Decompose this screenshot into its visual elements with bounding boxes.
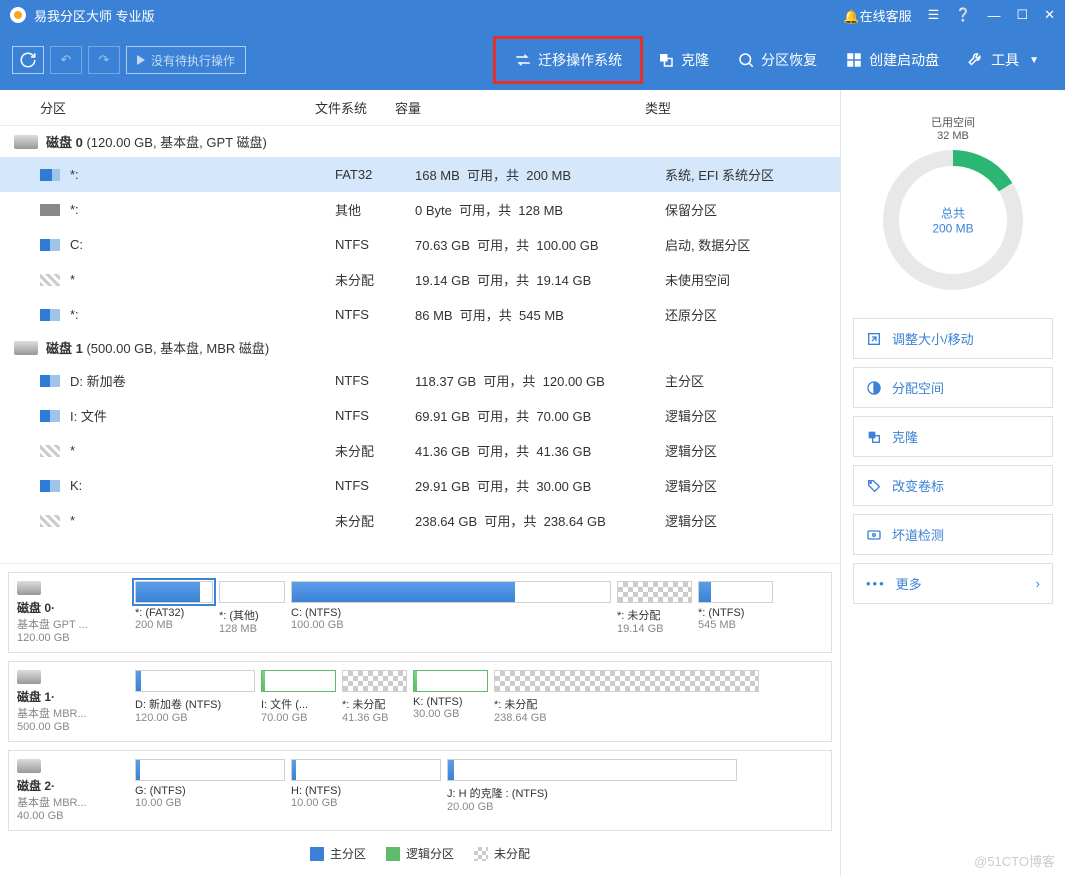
support-link[interactable]: 🔔在线客服 (843, 6, 911, 25)
partition-row[interactable]: *:NTFS 86 MB 可用，共 545 MB 还原分区 (0, 297, 840, 332)
refresh-button[interactable] (12, 46, 44, 74)
partition-row[interactable]: *未分配 41.36 GB 可用，共 41.36 GB 逻辑分区 (0, 433, 840, 468)
partition-row[interactable]: *:FAT32 168 MB 可用，共 200 MB 系统, EFI 系统分区 (0, 157, 840, 192)
col-filesystem: 文件系统 (315, 98, 395, 117)
disk-map-partition[interactable]: *: 未分配41.36 GB (342, 670, 407, 724)
app-title: 易我分区大师 专业版 (34, 6, 843, 25)
col-partition: 分区 (40, 98, 315, 117)
disk-0-header[interactable]: 磁盘 0 (120.00 GB, 基本盘, GPT 磁盘) (0, 126, 840, 157)
disk-1-header[interactable]: 磁盘 1 (500.00 GB, 基本盘, MBR 磁盘) (0, 332, 840, 363)
disk-map: 磁盘 2·基本盘 MBR...40.00 GB G: (NTFS)10.00 G… (8, 750, 832, 831)
pending-ops: 没有待执行操作 (126, 46, 246, 74)
partition-icon (40, 410, 60, 422)
partition-icon (40, 239, 60, 251)
partition-icon (40, 515, 60, 527)
partition-row[interactable]: I: 文件NTFS 69.91 GB 可用，共 70.00 GB 逻辑分区 (0, 398, 840, 433)
disk-map-partition[interactable]: C: (NTFS)100.00 GB (291, 581, 611, 635)
disk-map: 磁盘 0·基本盘 GPT ...120.00 GB *: (FAT32)200 … (8, 572, 832, 653)
partition-row[interactable]: *未分配 19.14 GB 可用，共 19.14 GB 未使用空间 (0, 262, 840, 297)
legend: 主分区 逻辑分区 未分配 (8, 839, 832, 868)
partition-icon (40, 204, 60, 216)
table-header: 分区 文件系统 容量 类型 (0, 90, 840, 126)
partition-row[interactable]: D: 新加卷NTFS 118.37 GB 可用，共 120.00 GB 主分区 (0, 363, 840, 398)
disk-maps: 磁盘 0·基本盘 GPT ...120.00 GB *: (FAT32)200 … (0, 563, 840, 876)
minimize-icon[interactable]: — (987, 8, 1000, 23)
disk-map-partition[interactable]: I: 文件 (...70.00 GB (261, 670, 336, 724)
usage-donut: 总共200 MB (883, 150, 1023, 290)
action-resize[interactable]: 调整大小/移动 (853, 318, 1053, 359)
disk-map-partition[interactable]: *: (NTFS)545 MB (698, 581, 773, 635)
partition-row[interactable]: K:NTFS 29.91 GB 可用，共 30.00 GB 逻辑分区 (0, 468, 840, 503)
watermark: @51CTO博客 (974, 851, 1055, 870)
disk-map-partition[interactable]: J: H 的克隆 : (NTFS)20.00 GB (447, 759, 737, 813)
partition-icon (40, 445, 60, 457)
partition-recovery-button[interactable]: 分区恢复 (723, 30, 831, 90)
disk-map-partition[interactable]: *: (FAT32)200 MB (135, 581, 213, 635)
action-clone[interactable]: 克隆 (853, 416, 1053, 457)
disk-map-partition[interactable]: G: (NTFS)10.00 GB (135, 759, 285, 813)
redo-button[interactable]: ↷ (88, 46, 120, 74)
main-panel: 分区 文件系统 容量 类型 磁盘 0 (120.00 GB, 基本盘, GPT … (0, 90, 840, 876)
action-more[interactable]: •••更多› (853, 563, 1053, 604)
close-icon[interactable]: ✕ (1044, 7, 1055, 23)
create-boot-disk-button[interactable]: 创建启动盘 (831, 30, 953, 90)
disk-map-partition[interactable]: *: 未分配19.14 GB (617, 581, 692, 635)
col-type: 类型 (645, 98, 840, 117)
disk-map-partition[interactable]: H: (NTFS)10.00 GB (291, 759, 441, 813)
migrate-os-button[interactable]: 迁移操作系统 (493, 36, 643, 84)
partition-icon (40, 309, 60, 321)
disk-map-partition[interactable]: *: 未分配238.64 GB (494, 670, 759, 724)
disk-map-partition[interactable]: K: (NTFS)30.00 GB (413, 670, 488, 724)
partition-row[interactable]: *未分配 238.64 GB 可用，共 238.64 GB 逻辑分区 (0, 503, 840, 538)
undo-button[interactable]: ↶ (50, 46, 82, 74)
used-space-value: 32 MB (841, 130, 1065, 142)
action-surface-test[interactable]: 坏道检测 (853, 514, 1053, 555)
list-icon[interactable]: ☰ (928, 7, 940, 23)
maximize-icon[interactable]: ☐ (1016, 7, 1028, 23)
used-space-label: 已用空间 (841, 114, 1065, 130)
help-icon[interactable]: ❔ (955, 7, 971, 23)
partition-icon (40, 480, 60, 492)
toolbar: ↶ ↷ 没有待执行操作 迁移操作系统 克隆 分区恢复 创建启动盘 工具▼ (0, 30, 1065, 90)
action-allocate[interactable]: 分配空间 (853, 367, 1053, 408)
app-logo-icon (10, 7, 26, 23)
partition-icon (40, 169, 60, 181)
disk-map-partition[interactable]: D: 新加卷 (NTFS)120.00 GB (135, 670, 255, 724)
sidebar: 已用空间 32 MB 总共200 MB 调整大小/移动 分配空间 克隆 改变卷标… (840, 90, 1065, 876)
tools-menu[interactable]: 工具▼ (953, 30, 1053, 90)
partition-icon (40, 274, 60, 286)
action-label[interactable]: 改变卷标 (853, 465, 1053, 506)
col-capacity: 容量 (395, 98, 645, 117)
disk-map: 磁盘 1·基本盘 MBR...500.00 GB D: 新加卷 (NTFS)12… (8, 661, 832, 742)
disk-icon (14, 135, 38, 149)
partition-row[interactable]: *:其他 0 Byte 可用，共 128 MB 保留分区 (0, 192, 840, 227)
partition-icon (40, 375, 60, 387)
clone-button[interactable]: 克隆 (643, 30, 723, 90)
partition-row[interactable]: C:NTFS 70.63 GB 可用，共 100.00 GB 启动, 数据分区 (0, 227, 840, 262)
disk-map-partition[interactable]: *: (其他)128 MB (219, 581, 285, 635)
titlebar: 易我分区大师 专业版 🔔在线客服 ☰ ❔ — ☐ ✕ (0, 0, 1065, 30)
disk-icon (14, 341, 38, 355)
